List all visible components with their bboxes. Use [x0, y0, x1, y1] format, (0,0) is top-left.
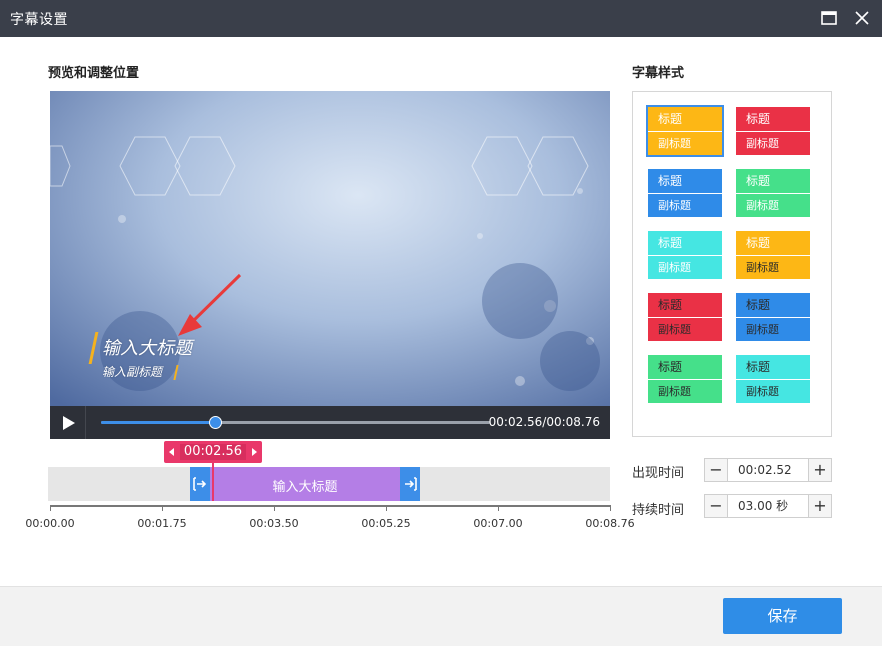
appear-time-stepper: − 00:02.52 +: [704, 458, 832, 482]
clip-label: 输入大标题: [272, 480, 338, 495]
seek-bar[interactable]: [101, 416, 490, 429]
caption-style-option[interactable]: 标题 副标题: [736, 169, 810, 217]
caption-style-option[interactable]: 标题 副标题: [736, 107, 810, 155]
seek-handle[interactable]: [208, 416, 222, 429]
duration-label: 持续时间: [632, 503, 685, 518]
style-option-title: 标题: [648, 169, 722, 193]
style-option-subtitle: 副标题: [648, 380, 722, 403]
ruler-tick: [274, 505, 275, 511]
save-button[interactable]: 保存: [723, 598, 842, 634]
clip-end-handle[interactable]: [400, 467, 420, 501]
timeline-track[interactable]: 输入大标题: [48, 467, 610, 501]
caption-style-option[interactable]: 标题 副标题: [648, 355, 722, 403]
exit-icon: [405, 477, 417, 491]
ruler-tick-label: 00:05.25: [361, 517, 411, 530]
title-bar: 字幕设置: [0, 0, 882, 37]
play-button[interactable]: [50, 406, 86, 439]
step-back-button[interactable]: [164, 441, 180, 463]
clip-start-handle[interactable]: [190, 467, 210, 501]
current-time-label: 00:02.56: [180, 444, 246, 460]
caption-style-option[interactable]: 标题 副标题: [736, 293, 810, 341]
ruler-tick: [50, 505, 51, 511]
style-heading: 字幕样式: [632, 66, 685, 81]
caption-style-option[interactable]: 标题 副标题: [736, 355, 810, 403]
ruler-tick-label: 00:08.76: [585, 517, 635, 530]
play-icon: [63, 416, 75, 430]
caption-style-panel: 标题 副标题 标题 副标题 标题 副标题 标题 副标题 标题 副标题 标题 副标题 标题 副标题 标题 副标题…: [632, 91, 832, 437]
ruler-tick: [162, 505, 163, 511]
duration-increase-button[interactable]: +: [808, 494, 832, 518]
caption-style-option[interactable]: 标题 副标题: [648, 293, 722, 341]
caption-title[interactable]: 输入大标题: [102, 334, 192, 360]
ruler-tick-label: 00:01.75: [137, 517, 187, 530]
style-option-subtitle: 副标题: [736, 256, 810, 279]
caption-style-option[interactable]: 标题 副标题: [646, 105, 724, 157]
maximize-icon[interactable]: [819, 8, 839, 28]
ruler-tick: [610, 505, 611, 511]
video-background: [50, 91, 610, 439]
ruler-tick-label: 00:00.00: [25, 517, 75, 530]
caption-clip[interactable]: 输入大标题: [190, 467, 420, 501]
duration-input[interactable]: 03.00 秒: [728, 494, 808, 518]
style-option-title: 标题: [648, 231, 722, 255]
style-option-title: 标题: [736, 355, 810, 379]
ruler-tick-label: 00:07.00: [473, 517, 523, 530]
style-option-subtitle: 副标题: [736, 132, 810, 155]
caption-style-option[interactable]: 标题 副标题: [736, 231, 810, 279]
timeline-ruler: [50, 505, 610, 507]
player-controls: 00:02.56/00:08.76: [50, 406, 610, 439]
style-option-subtitle: 副标题: [648, 132, 722, 155]
caption-style-option[interactable]: 标题 副标题: [648, 169, 722, 217]
style-option-title: 标题: [736, 231, 810, 255]
ruler-tick: [386, 505, 387, 511]
current-time-tag: 00:02.56: [164, 441, 262, 463]
seek-progress: [101, 421, 215, 424]
enter-icon: [193, 477, 207, 491]
style-option-title: 标题: [648, 293, 722, 317]
style-option-subtitle: 副标题: [648, 256, 722, 279]
style-option-subtitle: 副标题: [736, 194, 810, 217]
playhead[interactable]: [212, 463, 214, 501]
time-display: 00:02.56/00:08.76: [488, 415, 600, 429]
video-preview[interactable]: 输入大标题 输入副标题 00:02.56/00:08.76: [50, 91, 610, 439]
style-option-title: 标题: [648, 107, 722, 131]
style-option-title: 标题: [736, 107, 810, 131]
preview-heading: 预览和调整位置: [48, 66, 140, 81]
appear-time-input[interactable]: 00:02.52: [728, 458, 808, 482]
step-forward-button[interactable]: [246, 441, 262, 463]
style-option-title: 标题: [736, 293, 810, 317]
style-option-title: 标题: [648, 355, 722, 379]
ruler-tick: [498, 505, 499, 511]
appear-time-increase-button[interactable]: +: [808, 458, 832, 482]
style-option-subtitle: 副标题: [736, 380, 810, 403]
caption-style-option[interactable]: 标题 副标题: [648, 231, 722, 279]
close-icon[interactable]: [852, 8, 872, 28]
style-option-subtitle: 副标题: [648, 194, 722, 217]
duration-decrease-button[interactable]: −: [704, 494, 728, 518]
ruler-tick-label: 00:03.50: [249, 517, 299, 530]
style-option-subtitle: 副标题: [648, 318, 722, 341]
appear-time-label: 出现时间: [632, 466, 685, 481]
style-option-subtitle: 副标题: [736, 318, 810, 341]
style-option-title: 标题: [736, 169, 810, 193]
appear-time-decrease-button[interactable]: −: [704, 458, 728, 482]
caption-subtitle[interactable]: 输入副标题: [102, 363, 162, 380]
window-title: 字幕设置: [10, 12, 68, 28]
duration-stepper: − 03.00 秒 +: [704, 494, 832, 518]
